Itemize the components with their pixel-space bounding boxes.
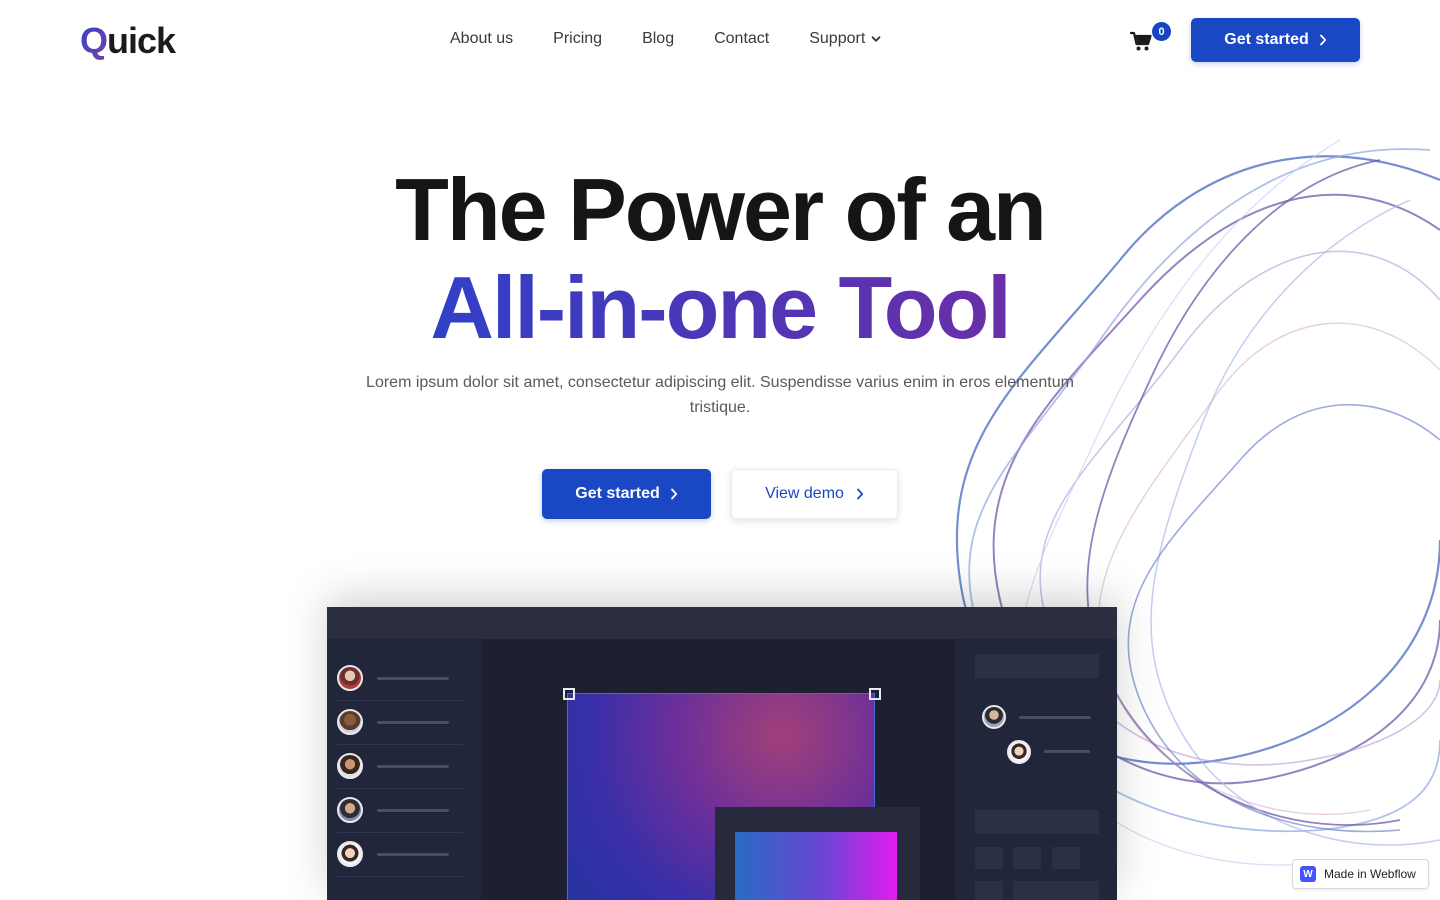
mockup-user-row — [337, 833, 463, 877]
mockup-tile — [975, 847, 1003, 869]
cart-count-badge: 0 — [1152, 22, 1171, 41]
webflow-icon: W — [1300, 866, 1316, 882]
hero-description: Lorem ipsum dolor sit amet, consectetur … — [366, 374, 1074, 416]
resize-handle — [869, 688, 881, 700]
app-preview-mockup — [327, 607, 1117, 900]
main-menu: About us Pricing Blog Contact Support — [450, 30, 921, 48]
avatar — [337, 841, 363, 867]
nav-link-contact[interactable]: Contact — [714, 30, 769, 48]
hero-title-line-2: All-in-one Tool — [0, 258, 1440, 358]
avatar — [982, 705, 1006, 729]
nav-dropdown-support[interactable]: Support — [809, 30, 881, 48]
placeholder-line — [1044, 750, 1090, 753]
avatar — [1007, 740, 1031, 764]
nav-get-started-label: Get started — [1224, 31, 1309, 48]
chevron-right-icon — [670, 488, 677, 500]
cart-icon[interactable] — [1130, 30, 1154, 52]
logo-letter-q: Q — [80, 20, 108, 61]
placeholder-line — [377, 677, 449, 680]
brand-logo[interactable]: Quick — [80, 20, 176, 62]
hero-title-line-1: The Power of an — [395, 160, 1047, 259]
mockup-user-row — [337, 745, 463, 789]
chevron-right-icon — [857, 488, 864, 500]
made-in-webflow-badge[interactable]: W Made in Webflow — [1292, 859, 1429, 889]
hero-title-gradient-text: All-in-one Tool — [430, 258, 1011, 357]
nav-support-label: Support — [809, 30, 866, 47]
mockup-tile — [1013, 847, 1041, 869]
chevron-down-icon — [871, 36, 881, 42]
mockup-user-row — [337, 789, 463, 833]
mockup-right-bar — [975, 654, 1099, 678]
mockup-user-row — [337, 701, 463, 745]
mockup-right-bar — [1013, 881, 1099, 900]
hero-get-started-label: Get started — [575, 485, 660, 502]
mockup-tile — [975, 881, 1003, 900]
nav-link-pricing[interactable]: Pricing — [553, 30, 602, 48]
logo-wordmark: uick — [107, 20, 176, 61]
hero-get-started-button[interactable]: Get started — [542, 469, 711, 519]
avatar — [337, 665, 363, 691]
nav-link-blog[interactable]: Blog — [642, 30, 674, 48]
placeholder-line — [1019, 716, 1091, 719]
resize-handle — [563, 688, 575, 700]
mockup-top-bar — [327, 607, 1117, 639]
placeholder-line — [377, 721, 449, 724]
avatar — [337, 797, 363, 823]
mockup-right-bar — [975, 810, 1099, 834]
webflow-badge-label: Made in Webflow — [1324, 867, 1416, 881]
hero-view-demo-label: View demo — [765, 485, 844, 502]
mockup-gradient-card — [735, 832, 897, 900]
hero-view-demo-button[interactable]: View demo — [731, 469, 898, 519]
placeholder-line — [377, 809, 449, 812]
mockup-user-row — [337, 657, 463, 701]
placeholder-line — [377, 853, 449, 856]
mockup-left-sidebar — [327, 639, 481, 900]
nav-link-about[interactable]: About us — [450, 30, 513, 48]
placeholder-line — [377, 765, 449, 768]
nav-get-started-button[interactable]: Get started — [1191, 18, 1360, 62]
avatar — [337, 709, 363, 735]
top-navigation: Quick About us Pricing Blog Contact Supp… — [0, 0, 1440, 82]
chevron-right-icon — [1319, 34, 1326, 46]
avatar — [337, 753, 363, 779]
mockup-tile — [1052, 847, 1080, 869]
